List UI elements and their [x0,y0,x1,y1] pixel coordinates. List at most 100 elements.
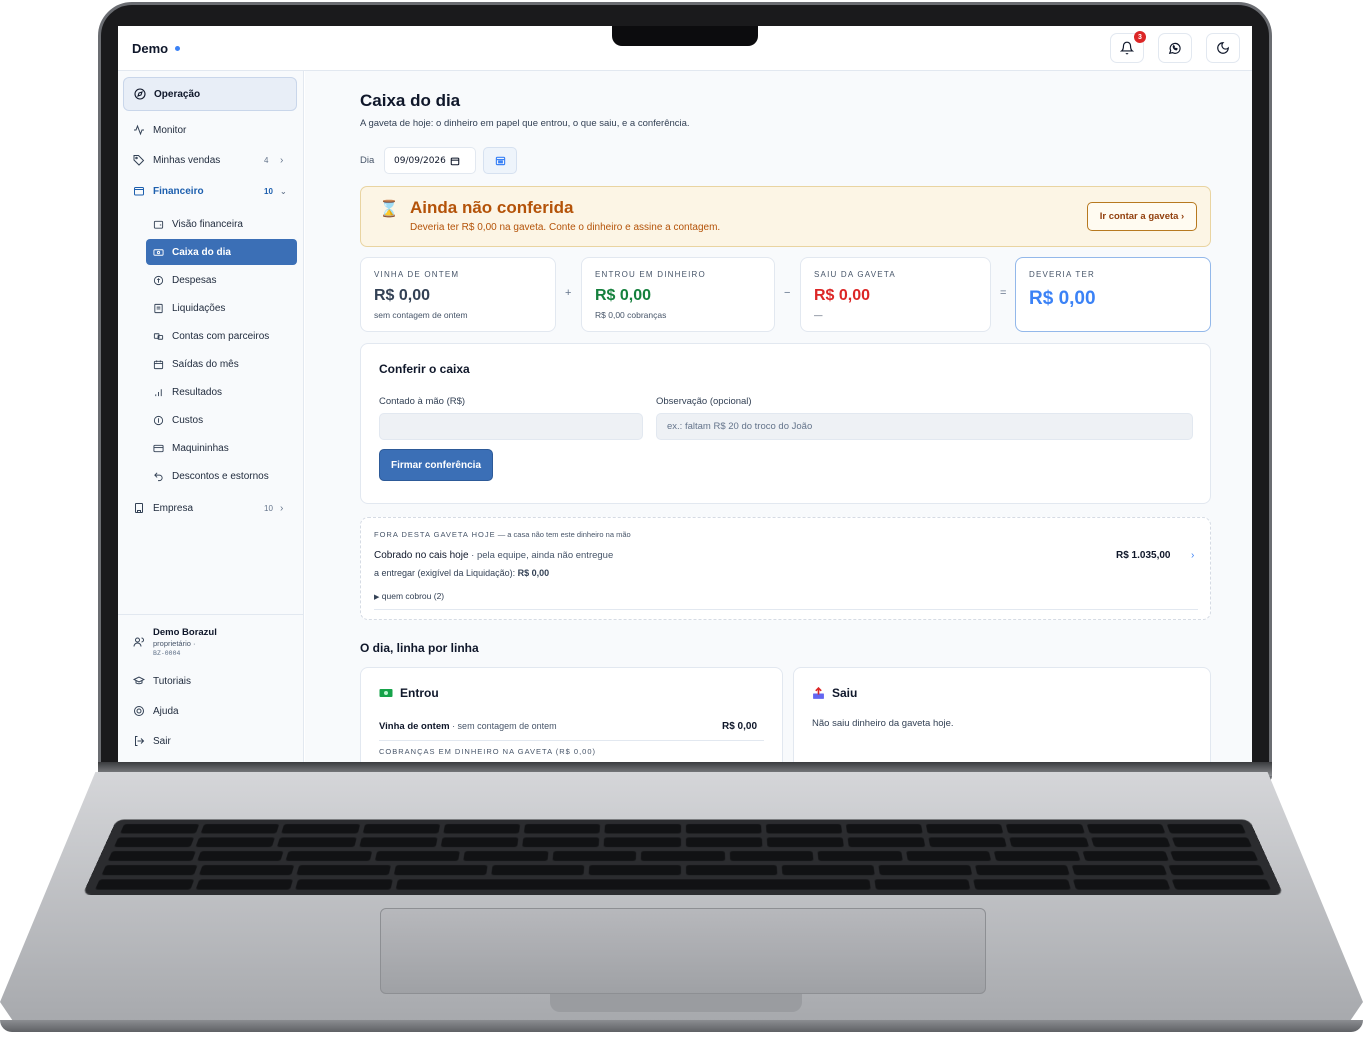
conferir-panel: Conferir o caixa Contado à mão (R$) Obse… [360,343,1211,504]
collectors-label: quem cobrou (2) [381,591,445,601]
sidebar-subitem-contas-com-parceiros[interactable]: Contas com parceiros [146,323,297,349]
chevron-right-icon[interactable]: › [1191,550,1194,561]
outside-drawer-panel: FORA DESTA GAVETA HOJE — a casa não tem … [360,517,1211,620]
logout-icon [133,735,145,747]
chevron-right-icon: › [280,502,284,514]
sidebar-subitem-custos[interactable]: Custos [146,407,297,433]
sidebar-subitem-saidas-do-mes[interactable]: Saídas do mês [146,351,297,377]
graduation-cap-icon [133,675,145,687]
whatsapp-button[interactable] [1158,33,1192,63]
sidebar-subitem-maquininhas[interactable]: Maquininhas [146,435,297,461]
saiu-title-row: Saiu [812,686,857,700]
note-label: Observação (opcional) [656,396,752,407]
saiu-empty-text: Não saiu dinheiro da gaveta hoje. [812,718,954,729]
to-deliver-line: a entregar (exigível da Liquidação): R$ … [374,568,549,578]
notifications-button[interactable]: 3 [1110,31,1146,63]
notification-badge: 3 [1134,31,1146,43]
summary-card-entrou: ENTROU EM DINHEIRO R$ 0,00 R$ 0,00 cobra… [581,257,775,332]
collectors-toggle[interactable]: ▶ quem cobrou (2) [374,591,444,601]
sidebar-item-sair[interactable]: Sair [118,728,304,754]
calendar-icon [450,157,460,165]
sidebar-subitem-label: Saídas do mês [172,358,239,370]
card-value: R$ 0,00 [374,287,431,304]
submit-count-button[interactable]: Firmar conferência [379,449,493,481]
divider [374,609,1198,610]
laptop-bottom-edge [0,1020,1363,1032]
sidebar-subitem-label: Descontos e estornos [172,470,269,482]
sidebar-item-minhas-vendas[interactable]: Minhas vendas 4 › [118,147,304,173]
card-icon [152,442,164,454]
sidebar-section-label: Operação [154,88,201,100]
note-input[interactable]: ex.: faltam R$ 20 do troco do João [656,413,1193,440]
sidebar-item-label: Ajuda [153,705,179,717]
sidebar-subitem-descontos-e-estornos[interactable]: Descontos e estornos [146,463,297,489]
sidebar-subitem-visao-financeira[interactable]: Visão financeira [146,211,297,237]
triangle-right-icon: ▶ [374,594,380,601]
collected-row-desc: · pela equipe, ainda não entregue [468,550,614,561]
operator-equals: = [1000,287,1007,299]
calendar-button[interactable] [483,147,517,174]
entrou-row-label: Vinha de ontem [379,721,450,732]
card-note: — [814,310,823,320]
sidebar-subitem-label: Visão financeira [172,218,243,230]
summary-card-deveria-ter: DEVERIA TER R$ 0,00 [1015,257,1211,332]
sidebar-item-label: Financeiro [153,185,204,197]
sidebar-item-count: 10 [264,503,273,513]
brand-name[interactable]: Demo [132,41,168,56]
camera-notch [612,26,758,46]
sidebar-item-label: Minhas vendas [153,154,221,166]
undo-icon [152,470,164,482]
users-icon [133,635,145,653]
sidebar-subitem-label: Caixa do dia [172,246,231,258]
sidebar-subitem-label: Despesas [172,274,217,286]
counted-label: Contado à mão (R$) [379,396,466,407]
screen: Demo 3 Operação Monitor Minhas vendas 4 … [118,26,1252,762]
counted-input[interactable] [379,413,643,440]
building-icon [133,502,145,514]
sidebar-item-empresa[interactable]: Empresa 10 › [118,495,304,521]
sidebar-subitem-despesas[interactable]: Despesas [146,267,297,293]
sidebar-subitem-label: Contas com parceiros [172,330,270,342]
to-deliver-value: R$ 0,00 [517,568,550,578]
collected-row[interactable]: Cobrado no cais hoje · pela equipe, aind… [374,550,613,561]
sidebar-divider [118,614,304,615]
bar-chart-icon [152,386,164,398]
page-title: Caixa do dia [360,91,461,110]
status-alert: ⌛ Ainda não conferida Deveria ter R$ 0,0… [360,186,1211,247]
keyboard [82,819,1284,895]
activity-icon [133,124,145,136]
laptop-base [0,762,1363,1032]
sidebar-item-tutoriais[interactable]: Tutoriais [118,668,304,694]
card-label: VINHA DE ONTEM [374,270,460,279]
sidebar: Operação Monitor Minhas vendas 4 › Finan… [118,71,304,762]
theme-toggle-button[interactable] [1206,33,1240,63]
sidebar-item-financeiro[interactable]: Financeiro 10 ⌄ [118,178,304,204]
user-name: Demo Borazul [153,627,217,638]
sidebar-item-ajuda[interactable]: Ajuda [118,698,304,724]
card-value: R$ 0,00 [1029,288,1096,309]
count-drawer-button[interactable]: Ir contar a gaveta › [1087,202,1197,231]
entrou-row: Vinha de ontem · sem contagem de ontem [379,721,557,732]
card-value: R$ 0,00 [814,287,871,304]
outside-drawer-header-rest: — a casa não tem este dinheiro na mão [495,530,631,539]
sidebar-subitem-caixa-do-dia[interactable]: Caixa do dia [146,239,297,265]
card-label: ENTROU EM DINHEIRO [595,270,706,279]
card-label: DEVERIA TER [1029,270,1095,279]
summary-card-saiu: SAIU DA GAVETA R$ 0,00 — [800,257,991,332]
chevron-down-icon: ⌄ [280,186,287,196]
handshake-icon [152,330,164,342]
whatsapp-icon [1168,42,1181,55]
sidebar-subitem-liquidacoes[interactable]: Liquidações [146,295,297,321]
entrou-title: Entrou [400,686,439,700]
date-input[interactable]: 09/09/2026 [384,147,476,174]
sidebar-item-monitor[interactable]: Monitor [118,117,304,143]
calendar-today-icon [495,156,505,166]
sidebar-subitem-resultados[interactable]: Resultados [146,379,297,405]
hourglass-icon: ⌛ [379,201,399,218]
alert-title: Ainda não conferida [410,198,574,217]
laptop-lip [550,994,802,1012]
collected-row-title: Cobrado no cais hoje [374,550,469,561]
sidebar-section-operacao[interactable]: Operação [123,77,297,111]
calendar-icon [152,358,164,370]
minus-circle-icon [152,274,164,286]
